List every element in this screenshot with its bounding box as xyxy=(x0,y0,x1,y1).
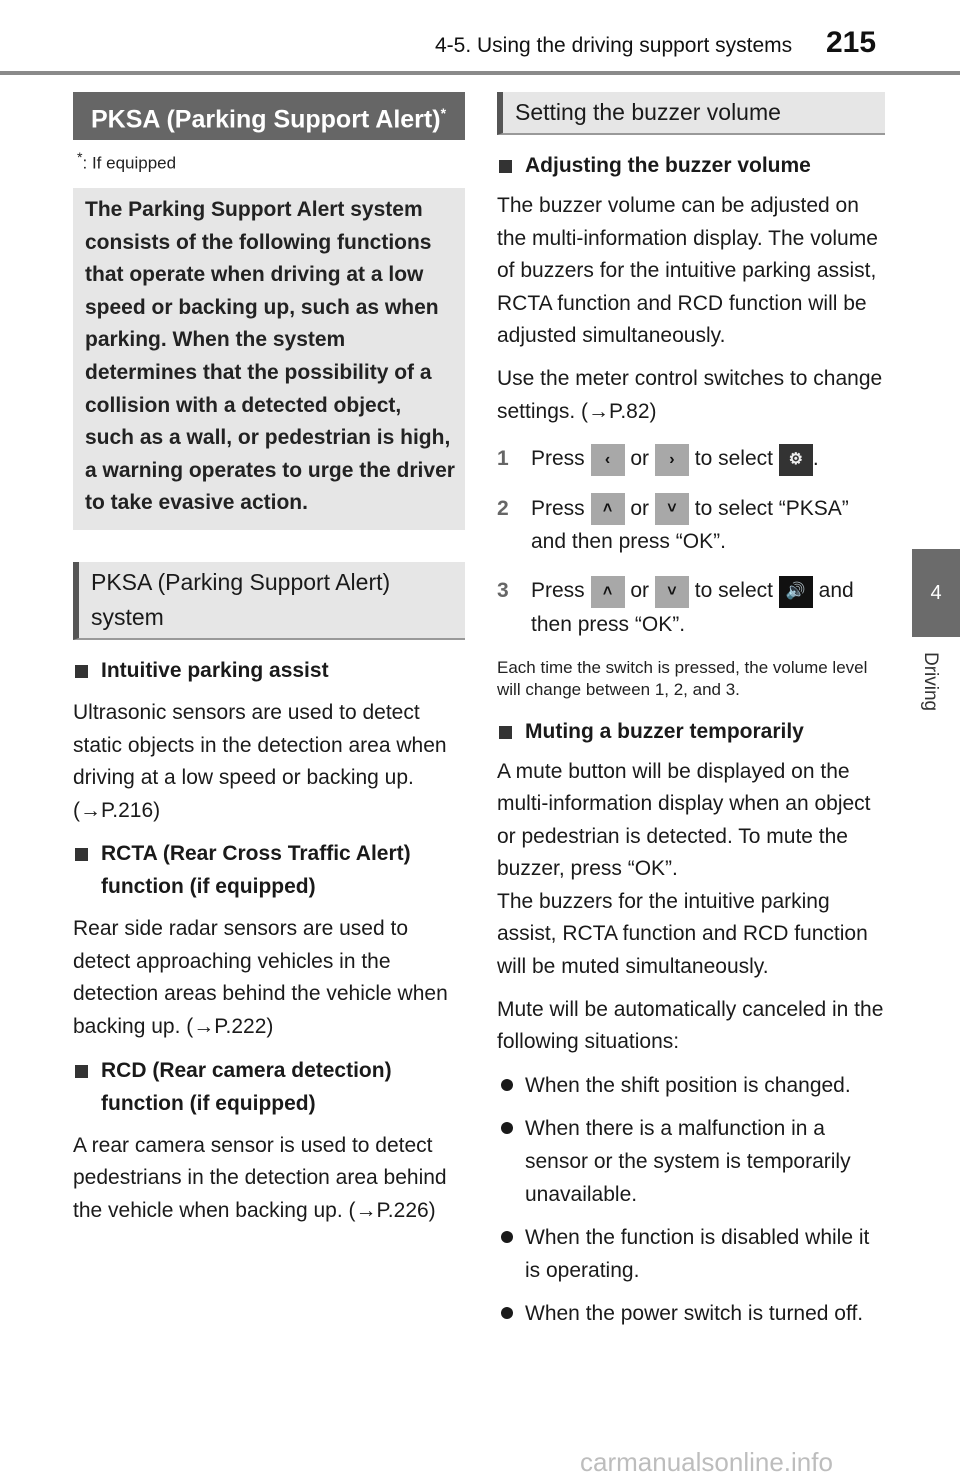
bullet-text: When the shift position is changed. xyxy=(525,1073,851,1097)
chapter-label: Driving xyxy=(920,652,941,712)
item-rcd: RCD (Rear camera detection) function (if… xyxy=(73,1054,465,1228)
step-number: 3 xyxy=(497,579,509,603)
gear-icon: ⚙ xyxy=(778,443,813,476)
step-text: . xyxy=(812,447,819,471)
item-intuitive: Intuitive parking assist Ultrasonic sens… xyxy=(73,654,465,827)
item-title: Intuitive parking assist xyxy=(73,654,465,687)
left-arrow-key-icon: ‹ xyxy=(590,443,625,476)
item-title-text: Intuitive parking assist xyxy=(101,658,329,682)
step-text: or xyxy=(630,579,650,603)
mute-body-2: The buzzers for the intuitive parking as… xyxy=(497,889,868,979)
meter-text: Use the meter control switches to change… xyxy=(497,366,883,423)
step-3: 3 Press ˄ or ˅ to select 🔊 and then pres… xyxy=(497,574,885,640)
section-heading-buzzer: Setting the buzzer volume xyxy=(497,92,885,135)
bullet-dot-icon xyxy=(501,1121,513,1134)
bullet-item: When the power switch is turned off. xyxy=(497,1297,885,1330)
item-body: A rear camera sensor is used to detect p… xyxy=(73,1133,447,1222)
mute-body-1: A mute button will be displayed on the m… xyxy=(497,759,871,881)
down-arrow-key-icon: ˅ xyxy=(654,493,689,526)
step-text: to select xyxy=(694,579,773,603)
header-rule xyxy=(0,71,960,75)
footnote-text: : If equipped xyxy=(82,153,177,173)
item-body: Ultrasonic sensors are used to detect st… xyxy=(73,700,447,822)
section-title: 4-5. Using the driving support systems xyxy=(435,34,793,57)
down-arrow-key-icon: ˅ xyxy=(654,575,689,608)
footnote-mark: * xyxy=(440,105,447,121)
square-bullet-icon xyxy=(499,160,512,173)
item-title: RCD (Rear camera detection) function (if… xyxy=(73,1054,465,1120)
adjust-body: The buzzer volume can be adjusted on the… xyxy=(497,194,878,348)
step-text: Press xyxy=(531,496,585,520)
right-arrow-key-icon: › xyxy=(654,443,689,476)
bullet-dot-icon xyxy=(501,1230,513,1243)
bullet-text: When there is a malfunction in a sensor … xyxy=(525,1116,851,1206)
item-title-text: RCD (Rear camera detection) function (if… xyxy=(101,1058,392,1115)
step-number: 2 xyxy=(497,496,509,520)
footnote: *: If equipped xyxy=(73,150,465,174)
square-bullet-icon xyxy=(499,725,512,739)
left-column: PKSA (Parking Support Alert)* *: If equi… xyxy=(73,92,465,1227)
square-bullet-icon xyxy=(75,664,88,678)
step-text: or xyxy=(630,447,650,471)
cancel-text: Mute will be automatically canceled in t… xyxy=(497,997,884,1054)
watermark[interactable]: carmanualsonline.info xyxy=(580,1447,833,1478)
chapter-tab[interactable]: 4 xyxy=(912,549,960,637)
item-title-text: RCTA (Rear Cross Traffic Alert) function… xyxy=(101,842,411,899)
square-bullet-icon xyxy=(75,848,88,862)
step-1: 1 Press ‹ or › to select ⚙. xyxy=(497,442,885,476)
page-number: 215 xyxy=(826,26,877,59)
right-column: Setting the buzzer volume Adjusting the … xyxy=(497,92,885,1330)
intro-box: The Parking Support Alert system consist… xyxy=(73,187,465,530)
adjust-title: Adjusting the buzzer volume xyxy=(497,149,885,182)
step-text: Press xyxy=(531,447,585,471)
bullet-item: When there is a malfunction in a sensor … xyxy=(497,1112,885,1211)
item-rcta: RCTA (Rear Cross Traffic Alert) function… xyxy=(73,837,465,1043)
step-number: 1 xyxy=(497,447,509,471)
bullet-item: When the function is disabled while it i… xyxy=(497,1221,885,1287)
bullet-text: When the function is disabled while it i… xyxy=(525,1225,870,1282)
bullet-dot-icon xyxy=(501,1306,513,1319)
bullet-text: When the power switch is turned off. xyxy=(525,1301,864,1325)
adjust-title-text: Adjusting the buzzer volume xyxy=(525,154,811,177)
square-bullet-icon xyxy=(75,1064,88,1078)
step-text: or xyxy=(630,496,650,520)
subsection-heading-system: PKSA (Parking Support Alert) system xyxy=(73,561,465,640)
mute-title-text: Muting a buzzer temporarily xyxy=(525,719,804,743)
step-2: 2 Press ˄ or ˅ to select “PKSA” and then… xyxy=(497,492,885,558)
item-body: Rear side radar sensors are used to dete… xyxy=(73,917,448,1039)
bullet-item: When the shift position is changed. xyxy=(497,1069,885,1102)
heading-text: PKSA (Parking Support Alert) xyxy=(91,105,441,134)
up-arrow-key-icon: ˄ xyxy=(590,575,625,608)
speaker-icon: 🔊 xyxy=(778,575,813,608)
step-note: Each time the switch is pressed, the vol… xyxy=(497,657,868,699)
item-title: RCTA (Rear Cross Traffic Alert) function… xyxy=(73,837,465,903)
bullet-dot-icon xyxy=(501,1078,513,1091)
up-arrow-key-icon: ˄ xyxy=(590,493,625,526)
step-text: Press xyxy=(531,579,585,603)
step-text: to select xyxy=(694,447,773,471)
mute-title: Muting a buzzer temporarily xyxy=(497,715,885,748)
section-heading-pksa: PKSA (Parking Support Alert)* xyxy=(73,92,465,141)
